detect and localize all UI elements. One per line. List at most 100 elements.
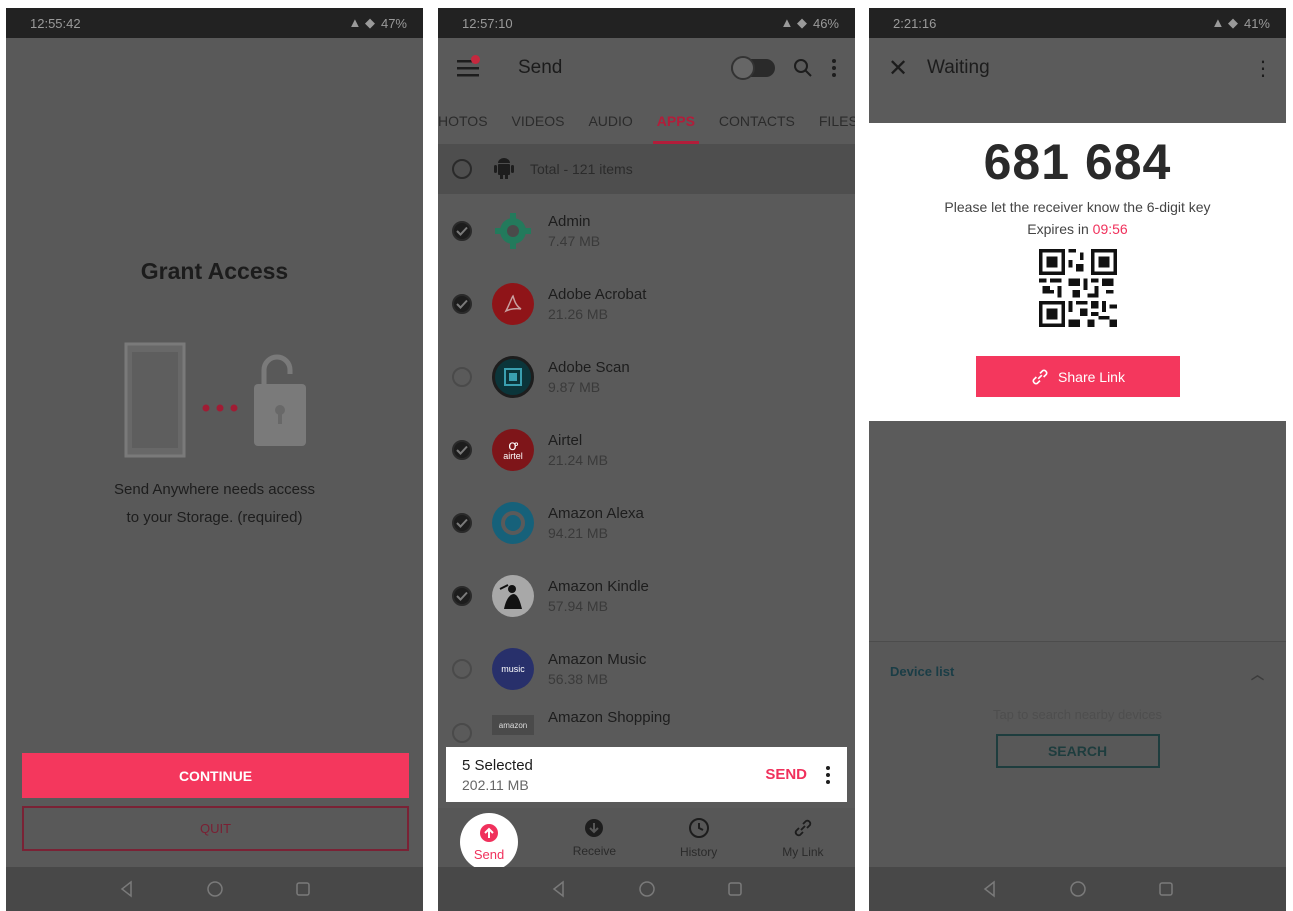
nav-history[interactable]: History [659, 817, 739, 859]
app-name: Amazon Kindle [548, 577, 649, 595]
signal-icon: ▲ ◆ [1211, 15, 1238, 30]
checkbox-checked[interactable] [452, 585, 472, 606]
signal-icon: ▲ ◆ [348, 15, 375, 30]
checkbox-checked[interactable] [452, 293, 472, 314]
link-icon [794, 819, 812, 837]
checkbox-unchecked[interactable] [452, 723, 472, 743]
tab-apps[interactable]: APPS [645, 98, 707, 144]
select-all-checkbox[interactable] [452, 159, 472, 179]
page-title: Waiting [927, 57, 990, 78]
signal-icon: ▲ ◆ [780, 15, 807, 30]
nav-my-link[interactable]: My Link [763, 817, 843, 859]
app-bar: ✕ Waiting ⋮ [869, 38, 1286, 98]
recents-icon[interactable] [1157, 880, 1175, 898]
share-link-button[interactable]: Share Link [975, 356, 1180, 397]
app-size: 7.47 MB [548, 232, 601, 249]
more-options-icon[interactable]: ⋮ [1240, 56, 1286, 81]
tab-contacts[interactable]: CONTACTS [707, 98, 807, 144]
expires-timer: 09:56 [1092, 221, 1128, 237]
six-digit-key: 681 684 [983, 134, 1172, 190]
selection-bar: 5 Selected 202.11 MB SEND [446, 747, 847, 802]
check-icon [456, 445, 468, 455]
select-all-row[interactable]: Total - 121 items [438, 144, 855, 194]
battery-level: 46% [812, 15, 839, 31]
checkbox-unchecked[interactable] [452, 658, 472, 679]
system-nav-bar [438, 867, 855, 911]
back-icon[interactable] [550, 880, 568, 898]
app-name: Amazon Shopping [548, 709, 671, 726]
music-icon-text: music [501, 663, 525, 674]
checkbox-unchecked[interactable] [452, 366, 472, 387]
list-item[interactable]: ꝍ airtel Airtel 21.24 MB [438, 413, 855, 486]
link-icon [1032, 369, 1048, 384]
airtel-icon: ꝍ airtel [492, 428, 534, 471]
selected-size: 202.11 MB [462, 776, 529, 793]
search-icon[interactable] [793, 58, 813, 78]
phone-lock-illustration [124, 342, 306, 458]
list-item[interactable]: Adobe Acrobat 21.26 MB [438, 267, 855, 340]
notification-badge [471, 55, 480, 64]
app-size: 57.94 MB [548, 597, 608, 614]
desc-line-1: Send Anywhere needs access [114, 481, 315, 498]
menu-button[interactable] [438, 55, 498, 77]
chevron-up-icon[interactable]: ︿ [1251, 664, 1264, 683]
app-size: 94.21 MB [548, 524, 608, 541]
tab-files[interactable]: FILES [807, 98, 855, 144]
home-icon[interactable] [206, 880, 224, 898]
search-button[interactable]: SEARCH [995, 734, 1160, 768]
list-item[interactable]: music Amazon Music 56.38 MB [438, 632, 855, 705]
category-tabs: HOTOS VIDEOS AUDIO APPS CONTACTS FILES [438, 98, 855, 144]
total-items: Total - 121 items [530, 161, 633, 177]
tab-audio[interactable]: AUDIO [576, 98, 644, 144]
nav-send[interactable]: Send [460, 813, 518, 871]
list-item[interactable]: Amazon Kindle 57.94 MB [438, 559, 855, 632]
nav-label: History [679, 845, 718, 859]
checkbox-checked[interactable] [452, 220, 472, 241]
toggle-knob [731, 56, 755, 80]
android-icon [494, 158, 514, 179]
scan-icon [492, 355, 534, 398]
home-icon[interactable] [1069, 880, 1087, 898]
check-icon [456, 518, 468, 528]
clock-icon [688, 818, 709, 838]
send-button[interactable]: SEND [765, 766, 807, 783]
recents-icon[interactable] [726, 880, 744, 898]
recents-icon[interactable] [294, 880, 312, 898]
device-list-panel: Device list ︿ Tap to search nearby devic… [869, 641, 1286, 867]
checkbox-checked[interactable] [452, 512, 472, 533]
nav-receive[interactable]: Receive [554, 818, 634, 858]
more-options-icon[interactable] [825, 765, 831, 785]
back-icon[interactable] [118, 880, 136, 898]
tab-photos[interactable]: HOTOS [438, 98, 500, 144]
continue-button[interactable]: CONTINUE [22, 753, 409, 798]
gear-icon [492, 210, 534, 252]
close-icon[interactable]: ✕ [869, 54, 927, 83]
quit-button[interactable]: QUIT [22, 806, 409, 851]
waiting-screen: 2:21:16 ▲ ◆ 41% ✕ Waiting ⋮ 681 684 Plea… [869, 8, 1286, 911]
acrobat-icon [492, 282, 534, 325]
back-icon[interactable] [981, 880, 999, 898]
nav-label: My Link [782, 845, 824, 859]
status-time: 12:55:42 [30, 15, 81, 31]
tab-videos[interactable]: VIDEOS [500, 98, 577, 144]
qr-code-icon [1038, 249, 1117, 327]
status-time: 2:21:16 [893, 15, 937, 31]
app-size: 21.26 MB [548, 305, 608, 322]
checkbox-checked[interactable] [452, 439, 472, 460]
amazon-icon: amazon [492, 715, 534, 735]
check-icon [456, 226, 468, 236]
list-item[interactable]: Admin 7.47 MB [438, 194, 855, 267]
nav-label: Send [473, 846, 505, 862]
mode-toggle[interactable] [731, 56, 775, 80]
home-icon[interactable] [638, 880, 656, 898]
access-description: Send Anywhere needs access to your Stora… [6, 476, 423, 532]
nav-label: Receive [572, 844, 617, 858]
music-icon: music [492, 647, 534, 690]
list-item[interactable]: Adobe Scan 9.87 MB [438, 340, 855, 413]
app-name: Admin [548, 212, 591, 230]
amazon-icon-text: amazon [498, 720, 528, 730]
status-bar: 2:21:16 ▲ ◆ 41% [869, 8, 1286, 38]
more-options-icon[interactable] [831, 58, 837, 78]
airtel-icon-text: airtel [503, 450, 523, 461]
list-item[interactable]: Amazon Alexa 94.21 MB [438, 486, 855, 559]
